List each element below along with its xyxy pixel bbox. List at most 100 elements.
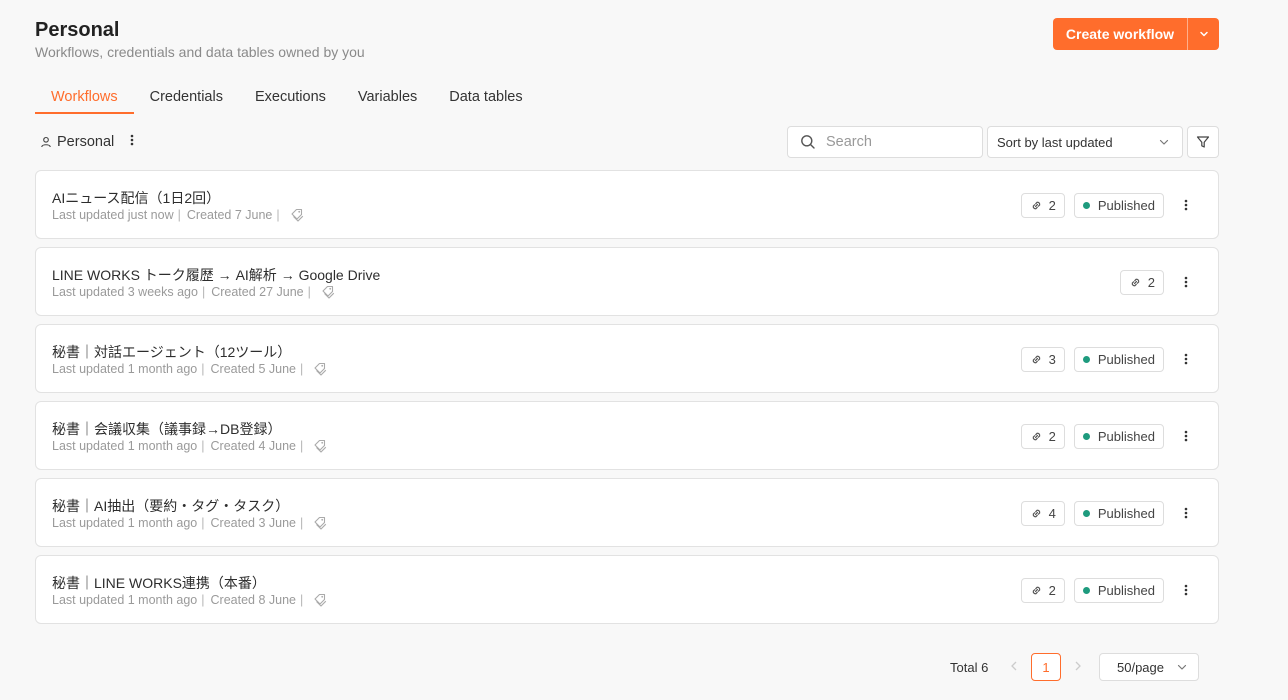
workflow-name: AIニュース配信（1日2回） <box>52 190 221 206</box>
workflow-name: LINE WORKS トーク履歴 → AI解析 → Google Drive <box>52 267 381 283</box>
workflow-name: 秘書｜AI抽出（要約・タグ・タスク） <box>52 498 290 514</box>
meta-divider: | <box>300 439 304 453</box>
workflow-more-button[interactable] <box>1174 507 1198 519</box>
workflow-meta: Last updated 1 month ago | Created 8 Jun… <box>52 593 327 607</box>
sort-select[interactable]: Sort by last updated <box>987 126 1183 158</box>
tab-data-tables[interactable]: Data tables <box>433 84 538 114</box>
workflow-actions: 3 Published <box>1020 346 1198 372</box>
credentials-count-badge[interactable]: 3 <box>1020 346 1065 372</box>
workflow-more-button[interactable] <box>1174 276 1198 288</box>
status-dot-icon <box>1082 355 1090 363</box>
page-size-select[interactable]: 50/page <box>1099 653 1199 681</box>
tags-icon <box>314 516 327 530</box>
meta-divider: | <box>300 516 304 530</box>
prev-page-button[interactable] <box>1009 660 1019 675</box>
meta-divider: | <box>201 439 205 453</box>
filter-icon <box>1196 136 1210 148</box>
project-selector[interactable]: Personal <box>40 134 134 150</box>
workflow-meta: Last updated 1 month ago | Created 3 Jun… <box>52 516 327 530</box>
more-vertical-icon <box>1184 507 1188 519</box>
workflow-card[interactable]: 秘書｜AI抽出（要約・タグ・タスク） Last updated 1 month … <box>35 478 1219 547</box>
workflow-more-button[interactable] <box>1174 430 1198 442</box>
status-badge: Published <box>1073 192 1164 218</box>
tab-credentials[interactable]: Credentials <box>134 84 239 114</box>
link-icon <box>1131 278 1140 286</box>
create-workflow-button[interactable]: Create workflow <box>1053 18 1187 50</box>
workflow-updated: Last updated 3 weeks ago <box>52 285 198 299</box>
meta-divider: | <box>300 362 304 376</box>
credentials-count: 3 <box>1048 351 1056 367</box>
workflow-card[interactable]: 秘書｜対話エージェント（12ツール） Last updated 1 month … <box>35 324 1219 393</box>
workflow-created: Created 8 June <box>210 593 296 607</box>
project-more-button[interactable] <box>130 134 134 150</box>
workflow-card[interactable]: 秘書｜会議収集（議事録→DB登録） Last updated 1 month a… <box>35 401 1219 470</box>
tags-icon <box>314 593 327 607</box>
meta-divider: | <box>307 285 311 299</box>
status-label: Published <box>1097 582 1155 598</box>
credentials-count-badge[interactable]: 2 <box>1020 192 1065 218</box>
workflow-card[interactable]: AIニュース配信（1日2回） Last updated just now | C… <box>35 170 1219 239</box>
page-size-label: 50/page <box>1117 659 1164 675</box>
page-number-button[interactable]: 1 <box>1031 653 1061 681</box>
create-workflow-button-group: Create workflow <box>1053 18 1219 50</box>
meta-divider: | <box>276 208 280 222</box>
workflow-updated: Last updated 1 month ago <box>52 362 198 376</box>
workflow-actions: 2 <box>1119 269 1198 295</box>
user-icon <box>41 136 51 148</box>
meta-divider: | <box>201 593 205 607</box>
workflow-actions: 2 Published <box>1020 192 1198 218</box>
tags-icon <box>322 285 335 299</box>
status-badge: Published <box>1073 346 1164 372</box>
workflow-created: Created 5 June <box>210 362 296 376</box>
workflow-created: Created 7 June <box>186 208 273 222</box>
chevron-right-icon <box>1075 661 1081 671</box>
more-vertical-icon <box>1184 353 1188 365</box>
status-dot-icon <box>1082 586 1090 594</box>
workflow-actions: 2 Published <box>1020 577 1198 603</box>
workflow-card[interactable]: LINE WORKS トーク履歴 → AI解析 → Google Drive L… <box>35 247 1219 316</box>
workflow-more-button[interactable] <box>1174 199 1198 211</box>
workflow-meta: Last updated just now | Created 7 June | <box>52 208 304 222</box>
credentials-count-badge[interactable]: 2 <box>1020 423 1065 449</box>
credentials-count-badge[interactable]: 2 <box>1119 269 1164 295</box>
workflow-card[interactable]: 秘書｜LINE WORKS連携（本番） Last updated 1 month… <box>35 555 1219 624</box>
chevron-down-icon <box>1159 139 1169 145</box>
status-label: Published <box>1097 197 1155 213</box>
workflow-updated: Last updated 1 month ago <box>52 439 198 453</box>
pagination-total: Total 6 <box>950 660 989 675</box>
tags-icon <box>314 362 327 376</box>
search-icon <box>801 135 815 149</box>
workflow-name: 秘書｜LINE WORKS連携（本番） <box>52 575 266 591</box>
search-input[interactable] <box>826 134 966 150</box>
create-workflow-dropdown-button[interactable] <box>1188 18 1219 50</box>
workflow-created: Created 3 June <box>210 516 296 530</box>
workflow-updated: Last updated 1 month ago <box>52 516 198 530</box>
workflow-meta: Last updated 3 weeks ago | Created 27 Ju… <box>52 285 335 299</box>
filter-button[interactable] <box>1187 126 1219 158</box>
next-page-button[interactable] <box>1073 660 1083 675</box>
workflow-more-button[interactable] <box>1174 584 1198 596</box>
workflow-more-button[interactable] <box>1174 353 1198 365</box>
credentials-count-badge[interactable]: 4 <box>1020 500 1065 526</box>
tab-bar: Workflows Credentials Executions Variabl… <box>35 84 539 114</box>
credentials-count-badge[interactable]: 2 <box>1020 577 1065 603</box>
more-vertical-icon <box>1184 584 1188 596</box>
sort-label: Sort by last updated <box>997 134 1113 150</box>
more-vertical-icon <box>1184 430 1188 442</box>
pagination: Total 6 1 50/page <box>0 653 1288 681</box>
tab-executions[interactable]: Executions <box>239 84 342 114</box>
tab-workflows[interactable]: Workflows <box>35 84 134 114</box>
status-label: Published <box>1097 428 1155 444</box>
project-label: Personal <box>57 134 115 150</box>
link-icon <box>1032 355 1040 363</box>
search-box <box>787 126 983 158</box>
status-badge: Published <box>1073 577 1164 603</box>
credentials-count: 4 <box>1048 505 1056 521</box>
link-icon <box>1032 586 1040 594</box>
meta-divider: | <box>201 285 206 299</box>
tab-variables[interactable]: Variables <box>342 84 433 114</box>
credentials-count: 2 <box>1048 428 1056 444</box>
workflow-meta: Last updated 1 month ago | Created 4 Jun… <box>52 439 327 453</box>
workflow-meta: Last updated 1 month ago | Created 5 Jun… <box>52 362 327 376</box>
page-subtitle: Workflows, credentials and data tables o… <box>35 44 365 60</box>
